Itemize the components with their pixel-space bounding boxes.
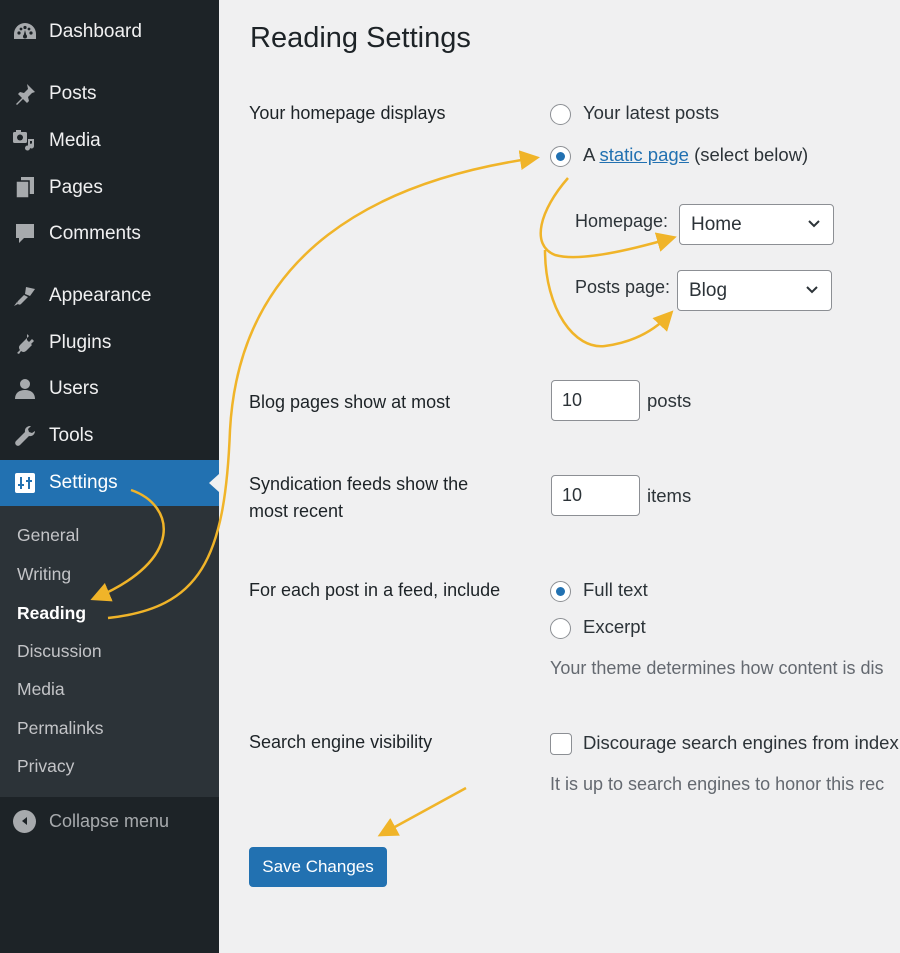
static-page-label[interactable]: A static page (select below): [583, 144, 808, 166]
sidebar-item-label: Users: [49, 378, 99, 399]
media-icon: [12, 128, 38, 154]
sidebar-item-tools[interactable]: Tools: [0, 413, 219, 459]
full-text-label[interactable]: Full text: [583, 579, 648, 601]
static-page-prefix: A: [583, 144, 600, 165]
plug-icon: [12, 330, 38, 356]
full-text-radio[interactable]: [550, 581, 571, 602]
dashboard-icon: [12, 19, 38, 45]
collapse-arrow-icon: [13, 809, 36, 833]
homepage-select-label: Homepage:: [575, 211, 669, 231]
posts-page-select[interactable]: Blog: [677, 270, 832, 311]
latest-posts-radio[interactable]: [550, 104, 571, 125]
sidebar-item-label: Settings: [49, 472, 118, 493]
blog-pages-input[interactable]: 10: [551, 380, 640, 421]
main-content: Reading Settings Your homepage displays …: [219, 0, 900, 953]
submenu-item-discussion[interactable]: Discussion: [17, 641, 102, 662]
settings-submenu: General Writing Reading Discussion Media…: [0, 506, 219, 797]
submenu-item-media[interactable]: Media: [17, 679, 65, 700]
syndication-input[interactable]: 10: [551, 475, 640, 516]
blog-pages-suffix: posts: [647, 390, 692, 411]
sidebar-item-pages[interactable]: Pages: [0, 165, 219, 211]
blog-pages-label: Blog pages show at most: [249, 392, 451, 412]
wp-admin-screen: Dashboard Posts Media Pages Comments App…: [0, 0, 900, 953]
discourage-search-checkbox[interactable]: [550, 733, 572, 755]
posts-page-select-label: Posts page:: [575, 277, 671, 297]
comment-icon: [12, 221, 38, 247]
discourage-search-label[interactable]: Discourage search engines from index: [583, 732, 899, 754]
collapse-menu-button[interactable]: Collapse menu: [0, 797, 219, 845]
sidebar-item-appearance[interactable]: Appearance: [0, 273, 219, 319]
sidebar-item-label: Pages: [49, 177, 103, 198]
submenu-item-writing[interactable]: Writing: [17, 564, 71, 585]
sidebar-item-label: Plugins: [49, 332, 112, 353]
sidebar-item-label: Tools: [49, 425, 94, 446]
syndication-suffix: items: [647, 485, 692, 506]
collapse-menu-label: Collapse menu: [49, 810, 170, 831]
sidebar-item-label: Dashboard: [49, 21, 142, 42]
homepage-select-value: Home: [691, 213, 742, 235]
sidebar-item-label: Posts: [49, 83, 97, 104]
static-page-link[interactable]: static page: [599, 144, 688, 165]
excerpt-label[interactable]: Excerpt: [583, 616, 646, 638]
syndication-label-line1: Syndication feeds show the: [249, 474, 469, 494]
feed-include-label: For each post in a feed, include: [249, 580, 501, 600]
page-title: Reading Settings: [250, 22, 471, 54]
submenu-item-reading[interactable]: Reading: [17, 603, 86, 624]
feed-include-description: Your theme determines how content is dis: [550, 658, 884, 678]
submenu-item-general[interactable]: General: [17, 525, 79, 546]
paintbrush-icon: [12, 283, 38, 309]
chevron-down-icon: [806, 286, 818, 294]
sidebar-item-posts[interactable]: Posts: [0, 71, 219, 117]
posts-page-select-value: Blog: [689, 279, 728, 301]
sidebar-item-label: Appearance: [49, 285, 152, 306]
syndication-label: Syndication feeds show the most recent: [249, 471, 468, 525]
pages-icon: [12, 175, 38, 201]
search-visibility-description: It is up to search engines to honor this…: [550, 774, 885, 794]
static-page-suffix: (select below): [688, 144, 809, 165]
submenu-item-privacy[interactable]: Privacy: [17, 756, 74, 777]
save-changes-button[interactable]: Save Changes: [249, 847, 387, 887]
sidebar-item-label: Comments: [49, 223, 141, 244]
sidebar-item-label: Media: [49, 130, 101, 151]
pin-icon: [12, 81, 38, 107]
sidebar-item-media[interactable]: Media: [0, 118, 219, 164]
sidebar-item-users[interactable]: Users: [0, 366, 219, 412]
wrench-icon: [12, 423, 38, 449]
settings-sliders-icon: [12, 470, 38, 496]
homepage-displays-label: Your homepage displays: [249, 103, 446, 123]
latest-posts-label[interactable]: Your latest posts: [583, 102, 719, 124]
search-visibility-label: Search engine visibility: [249, 732, 433, 752]
static-page-radio[interactable]: [550, 146, 571, 167]
sidebar-item-comments[interactable]: Comments: [0, 211, 219, 257]
user-icon: [12, 376, 38, 402]
syndication-label-line2: most recent: [249, 501, 344, 521]
homepage-select[interactable]: Home: [679, 204, 834, 245]
sidebar-item-settings[interactable]: Settings: [0, 460, 219, 506]
submenu-item-permalinks[interactable]: Permalinks: [17, 718, 104, 739]
chevron-down-icon: [808, 220, 820, 228]
excerpt-radio[interactable]: [550, 618, 571, 639]
admin-sidebar: Dashboard Posts Media Pages Comments App…: [0, 0, 219, 953]
sidebar-item-plugins[interactable]: Plugins: [0, 320, 219, 366]
sidebar-item-dashboard[interactable]: Dashboard: [0, 9, 219, 55]
